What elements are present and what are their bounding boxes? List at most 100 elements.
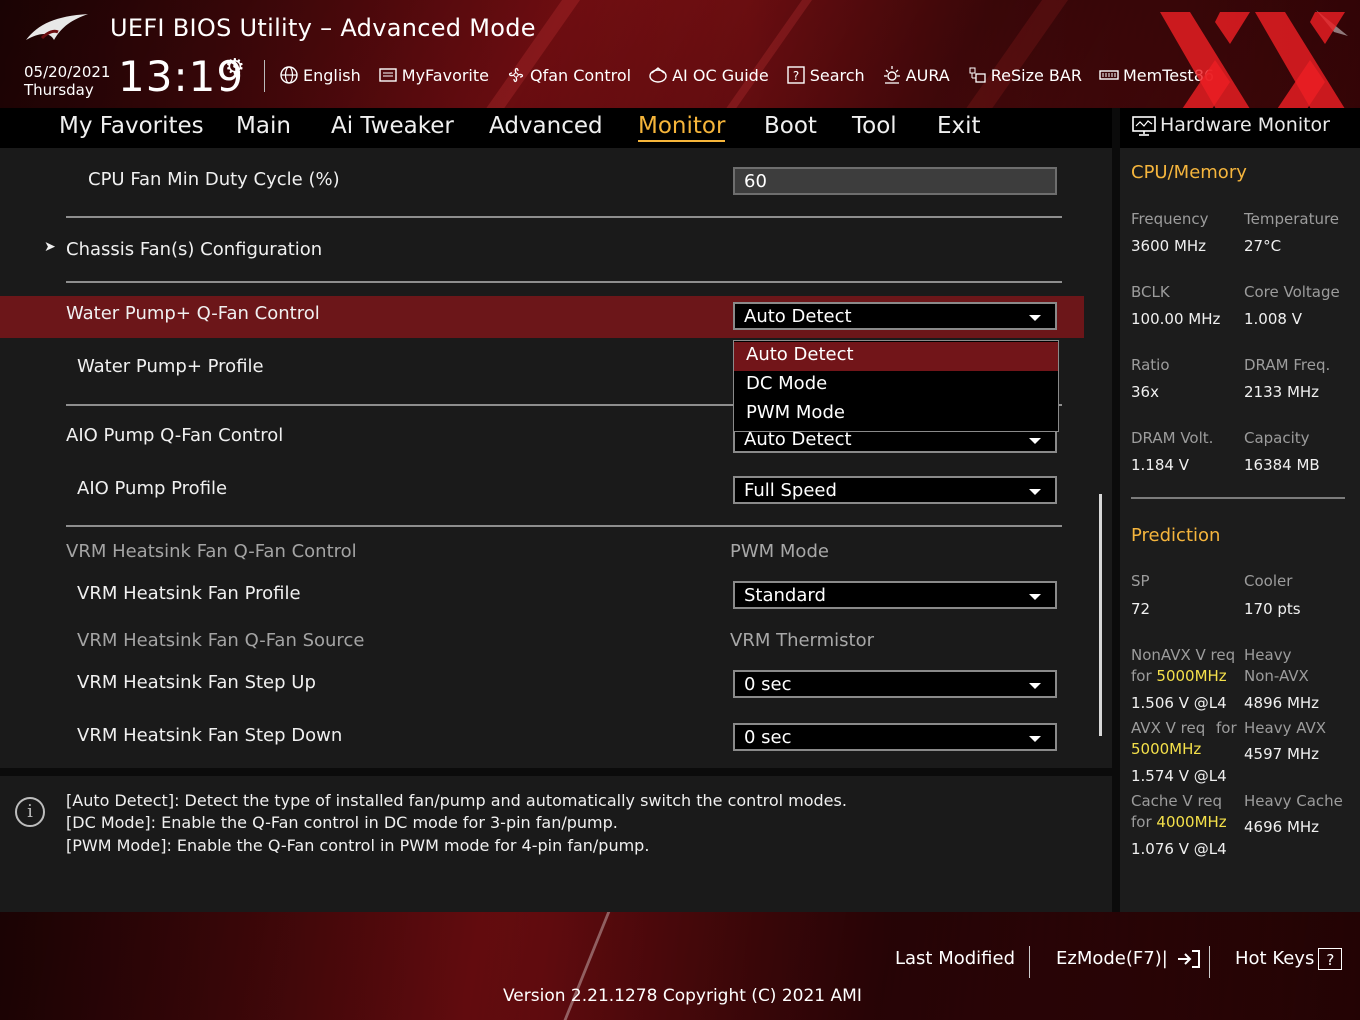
water-pump-profile-label: Water Pump+ Profile <box>77 356 264 377</box>
vrm-step-down-value: 0 sec <box>744 727 792 748</box>
ai-oc-guide-label: AI OC Guide <box>672 65 769 85</box>
exit-arrow-icon <box>1177 950 1200 968</box>
heavy-avx-value: 4597 MHz <box>1244 745 1320 763</box>
dram-volt-value: 1.184 V <box>1131 456 1189 474</box>
toolbar: English MyFavorite Qfan Control AI OC Gu… <box>278 62 1230 88</box>
qfan-control-label: Qfan Control <box>530 65 632 85</box>
temperature-label: Temperature <box>1244 210 1340 228</box>
nonavx-for-line: for 5000MHz <box>1131 666 1235 687</box>
last-modified-button[interactable]: Last Modified <box>895 948 1015 969</box>
aura-button[interactable]: AURA <box>881 64 950 86</box>
vrm-step-up-select[interactable]: 0 sec <box>733 670 1057 698</box>
heavy-label-line: Heavy <box>1244 646 1292 664</box>
cache-vreq-value: 1.076 V @L4 <box>1131 840 1227 858</box>
avx-vreq-label: AVX V req for 5000MHz <box>1131 718 1255 760</box>
main-nav: My Favorites Main Ai Tweaker Advanced Mo… <box>0 108 1112 148</box>
chevron-down-icon <box>1029 594 1041 600</box>
water-pump-control-row[interactable]: Water Pump+ Q-Fan Control Auto Detect <box>0 296 1084 338</box>
frequency-label: Frequency <box>1131 210 1209 228</box>
rog-logo-icon <box>26 14 88 40</box>
nonavx-vreq-value: 1.506 V @L4 <box>1131 694 1227 712</box>
sp-label: SP <box>1131 572 1150 590</box>
memtest-icon <box>1098 64 1120 86</box>
cpu-fan-min-duty-input[interactable]: 60 <box>733 167 1057 195</box>
core-voltage-label: Core Voltage <box>1244 283 1340 301</box>
tab-boot[interactable]: Boot <box>764 113 817 139</box>
hardware-monitor-title: Hardware Monitor <box>1160 114 1330 136</box>
chassis-fans-submenu[interactable]: Chassis Fan(s) Configuration <box>66 239 322 260</box>
weekday-text: Thursday <box>24 81 94 99</box>
dram-freq-label: DRAM Freq. <box>1244 356 1331 374</box>
scrollbar[interactable] <box>1099 494 1102 736</box>
hot-keys-button[interactable]: Hot Keys? <box>1235 948 1343 970</box>
vrm-step-down-select[interactable]: 0 sec <box>733 723 1057 751</box>
date-text: 05/20/2021 <box>24 63 111 81</box>
clock-settings-gear-icon[interactable]: ⚙ <box>225 55 245 80</box>
vrm-control-value: PWM Mode <box>730 541 829 562</box>
search-button[interactable]: ? Search <box>785 64 865 86</box>
monitor-icon <box>1132 116 1156 136</box>
heavy-cache-label: Heavy Cache <box>1244 792 1343 810</box>
dropdown-option-dc-mode[interactable]: DC Mode <box>734 371 1058 400</box>
water-pump-control-dropdown: Auto Detect DC Mode PWM Mode <box>733 340 1059 432</box>
tab-ai-tweaker[interactable]: Ai Tweaker <box>331 113 454 139</box>
ezmode-button[interactable]: EzMode(F7)| <box>1056 948 1202 970</box>
water-pump-control-select[interactable]: Auto Detect <box>733 302 1057 330</box>
help-panel: i [Auto Detect]: Detect the type of inst… <box>0 776 1112 912</box>
tab-advanced[interactable]: Advanced <box>489 113 603 139</box>
tab-my-favorites[interactable]: My Favorites <box>59 113 204 139</box>
frequency-value: 3600 MHz <box>1131 237 1207 255</box>
capacity-label: Capacity <box>1244 429 1310 447</box>
hardware-monitor-header: Hardware Monitor <box>1120 108 1360 148</box>
vrm-profile-select[interactable]: Standard <box>733 581 1057 609</box>
language-button[interactable]: English <box>278 64 361 86</box>
toolbar-divider <box>264 60 265 92</box>
divider <box>66 216 1062 218</box>
info-icon: i <box>15 797 45 827</box>
dram-freq-value: 2133 MHz <box>1244 383 1320 401</box>
date-display: 05/20/2021 Thursday <box>24 63 110 99</box>
temperature-value: 27°C <box>1244 237 1282 255</box>
tab-main[interactable]: Main <box>236 113 291 139</box>
heavy-nonavx-value: 4896 MHz <box>1244 694 1320 712</box>
resize-bar-button[interactable]: ReSize BAR <box>966 64 1082 86</box>
tab-tool[interactable]: Tool <box>852 113 897 139</box>
help-line: [Auto Detect]: Detect the type of instal… <box>66 791 847 810</box>
divider <box>66 281 1062 283</box>
dropdown-option-auto-detect[interactable]: Auto Detect <box>734 342 1058 371</box>
hot-keys-label: Hot Keys <box>1235 948 1315 969</box>
prediction-heading: Prediction <box>1131 525 1221 546</box>
for-text: for <box>1131 667 1152 685</box>
settings-panel: CPU Fan Min Duty Cycle (%) 60 ➤ Chassis … <box>0 148 1112 768</box>
aio-pump-profile-select[interactable]: Full Speed <box>733 476 1057 504</box>
cooler-value: 170 pts <box>1244 600 1301 618</box>
divider <box>66 525 1062 527</box>
core-voltage-value: 1.008 V <box>1244 310 1302 328</box>
vrm-control-label: VRM Heatsink Fan Q-Fan Control <box>66 541 357 562</box>
tab-exit[interactable]: Exit <box>937 113 981 139</box>
resize-bar-icon <box>966 64 988 86</box>
cache-freq: 4000MHz <box>1156 813 1227 831</box>
aura-light-icon <box>881 64 903 86</box>
title-bar: UEFI BIOS Utility – Advanced Mode 05/20/… <box>0 0 1360 108</box>
vrm-profile-label: VRM Heatsink Fan Profile <box>77 583 301 604</box>
cache-vreq-label: Cache V req for 4000MHz <box>1131 791 1227 833</box>
chevron-down-icon <box>1029 683 1041 689</box>
for-text: for <box>1216 719 1237 737</box>
svg-text:?: ? <box>793 69 799 83</box>
ai-oc-icon <box>647 64 669 86</box>
favorite-list-icon <box>377 64 399 86</box>
qfan-control-button[interactable]: Qfan Control <box>505 64 631 86</box>
myfavorite-button[interactable]: MyFavorite <box>377 64 489 86</box>
cpu-fan-min-duty-label: CPU Fan Min Duty Cycle (%) <box>88 169 340 190</box>
divider <box>1131 497 1345 499</box>
ai-oc-guide-button[interactable]: AI OC Guide <box>647 64 769 86</box>
dropdown-option-pwm-mode[interactable]: PWM Mode <box>734 400 1058 429</box>
vrm-source-value: VRM Thermistor <box>730 630 875 651</box>
sp-value: 72 <box>1131 600 1151 618</box>
footer-divider <box>1209 946 1210 978</box>
nonavx-label-line: NonAVX V req <box>1131 646 1236 664</box>
vrm-source-label: VRM Heatsink Fan Q-Fan Source <box>77 630 365 651</box>
tab-monitor[interactable]: Monitor <box>638 113 726 142</box>
vrm-step-up-value: 0 sec <box>744 674 792 695</box>
